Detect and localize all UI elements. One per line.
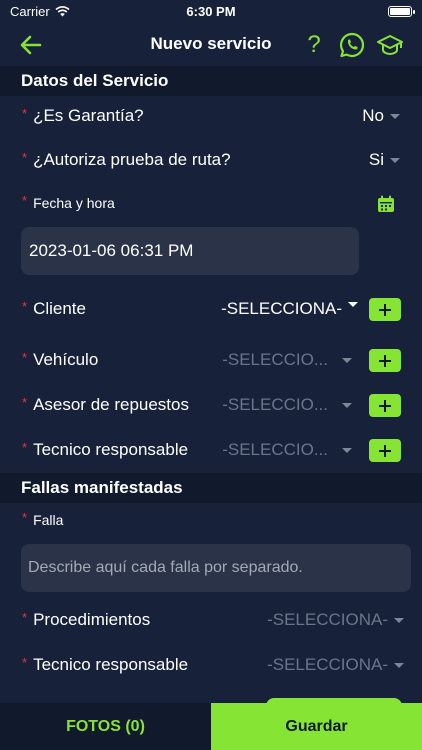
vehiculo-select[interactable]: -SELECCIO...: [222, 345, 352, 375]
field-label: * Asesor de repuestos: [22, 395, 189, 414]
required-mark: *: [22, 655, 28, 670]
required-mark: *: [22, 440, 28, 455]
chevron-down-icon: [348, 301, 358, 307]
required-mark: *: [22, 106, 28, 121]
field-label: * Procedimientos: [22, 610, 151, 629]
asesor-select[interactable]: -SELECCIO...: [222, 390, 352, 420]
tecnico-select[interactable]: -SELECCIO...: [222, 435, 352, 465]
field-label: * Tecnico responsable: [22, 655, 189, 674]
fecha-hora-input[interactable]: 2023-01-06 06:31 PM: [21, 227, 359, 275]
field-procedimientos: * Procedimientos -SELECCIONA-: [0, 605, 422, 635]
es-garantia-select[interactable]: No: [362, 101, 400, 131]
field-label: * Tecnico responsable: [22, 440, 189, 459]
chevron-down-icon: [342, 402, 352, 408]
field-label: * ¿Es Garantía?: [22, 106, 144, 125]
falla-label: * Falla: [22, 510, 64, 528]
required-mark: *: [22, 395, 28, 410]
plus-icon: [379, 444, 391, 457]
chevron-down-icon: [394, 662, 404, 668]
arrow-left-icon[interactable]: [18, 32, 44, 58]
add-vehiculo-button[interactable]: [369, 349, 401, 372]
whatsapp-icon[interactable]: [338, 31, 366, 59]
section-header-service-data: Datos del Servicio: [0, 66, 422, 96]
carrier-group: Carrier: [10, 4, 70, 19]
cliente-select[interactable]: -SELECCIONA-: [221, 294, 358, 324]
wifi-icon: [55, 5, 70, 16]
chevron-down-icon: [394, 617, 404, 623]
field-tecnico-2: * Tecnico responsable -SELECCIONA-: [0, 650, 422, 680]
field-prueba-ruta: * ¿Autoriza prueba de ruta? Si: [0, 145, 422, 175]
plus-icon: [379, 399, 391, 412]
add-cliente-button[interactable]: [369, 298, 401, 321]
required-mark: *: [22, 193, 28, 208]
chevron-down-icon: [390, 157, 400, 163]
section-header-faults: Fallas manifestadas: [0, 473, 422, 503]
question-icon[interactable]: ?: [300, 31, 328, 59]
required-mark: *: [22, 150, 28, 165]
add-asesor-button[interactable]: [369, 394, 401, 417]
bottom-bar: FOTOS (0) Guardar: [0, 703, 422, 750]
tecnico-2-select[interactable]: -SELECCIONA-: [267, 650, 404, 680]
plus-icon: [379, 303, 391, 316]
fotos-button[interactable]: FOTOS (0): [0, 703, 211, 750]
status-bar: Carrier 6:30 PM: [0, 0, 422, 22]
required-mark: *: [22, 510, 28, 525]
fecha-hora-label: * Fecha y hora: [22, 193, 115, 211]
plus-icon: [379, 354, 391, 367]
field-label: * ¿Autoriza prueba de ruta?: [22, 150, 231, 169]
chevron-down-icon: [342, 357, 352, 363]
field-es-garantia: * ¿Es Garantía? No: [0, 101, 422, 131]
field-tecnico: * Tecnico responsable -SELECCIO...: [0, 435, 422, 465]
guardar-button[interactable]: Guardar: [211, 703, 422, 750]
field-label: * Vehículo: [22, 350, 99, 369]
procedimientos-select[interactable]: -SELECCIONA-: [267, 605, 404, 635]
field-asesor: * Asesor de repuestos -SELECCIO...: [0, 390, 422, 420]
prueba-ruta-select[interactable]: Si: [369, 145, 400, 175]
field-vehiculo: * Vehículo -SELECCIO...: [0, 345, 422, 375]
field-cliente: * Cliente -SELECCIONA-: [0, 294, 422, 324]
field-label: * Cliente: [22, 299, 86, 318]
required-mark: *: [22, 350, 28, 365]
required-mark: *: [22, 610, 28, 625]
nav-bar: Nuevo servicio ?: [0, 22, 422, 66]
calendar-icon[interactable]: [376, 194, 396, 214]
falla-input[interactable]: Describe aquí cada falla por separado.: [21, 544, 411, 592]
chevron-down-icon: [390, 113, 400, 119]
carrier-label: Carrier: [10, 3, 50, 19]
chevron-down-icon: [342, 447, 352, 453]
add-tecnico-button[interactable]: [369, 439, 401, 462]
graduation-cap-icon[interactable]: [376, 31, 404, 59]
battery-icon: [388, 5, 415, 17]
required-mark: *: [22, 299, 28, 314]
